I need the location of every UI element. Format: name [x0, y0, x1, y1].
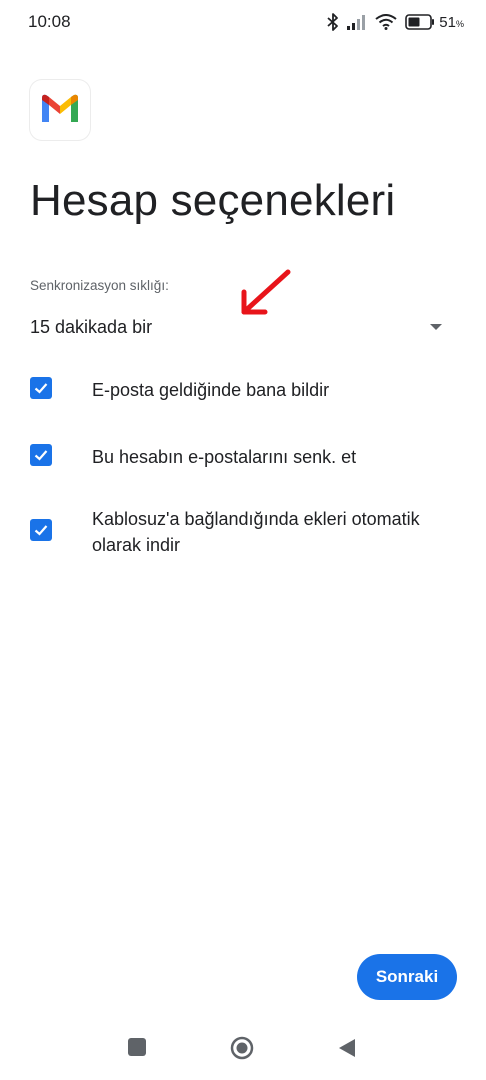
option-sync-emails[interactable]: Bu hesabın e-postalarını senk. et: [30, 444, 460, 470]
option-auto-download[interactable]: Kablosuz'a bağlandığında ekleri otomatik…: [30, 506, 460, 558]
option-auto-download-label: Kablosuz'a bağlandığında ekleri otomatik…: [92, 509, 420, 555]
option-notify[interactable]: E-posta geldiğinde bana bildir: [30, 377, 460, 403]
notify-checkbox[interactable]: [30, 377, 52, 399]
navigation-bar: [0, 1028, 486, 1080]
sync-frequency-value: 15 dakikada bir: [30, 316, 153, 337]
home-icon[interactable]: [230, 1036, 254, 1065]
status-icons: 51%: [327, 10, 464, 34]
battery: 51%: [405, 14, 464, 31]
page-title: Hesap seçenekleri: [30, 176, 396, 225]
sync-frequency-label: Senkronizasyon sıklığı:: [30, 278, 169, 293]
auto-download-checkbox[interactable]: [30, 519, 52, 541]
check-icon: [34, 383, 48, 394]
screen: 10:08 51% Hesap seçenekleri Senkronizasy…: [0, 0, 486, 1080]
bluetooth-icon: [327, 13, 339, 31]
recents-icon[interactable]: [128, 1038, 146, 1061]
annotation-arrow-icon: [238, 268, 294, 323]
gmail-logo-icon: [39, 92, 81, 129]
back-icon[interactable]: [338, 1038, 356, 1063]
signal-icon: [347, 14, 367, 30]
status-bar: 10:08 51%: [0, 0, 486, 44]
gmail-logo: [30, 80, 90, 140]
option-notify-label: E-posta geldiğinde bana bildir: [92, 380, 330, 400]
battery-percent: 51%: [439, 13, 464, 31]
sync-emails-checkbox[interactable]: [30, 444, 52, 466]
chevron-down-icon: [430, 324, 442, 330]
option-sync-emails-label: Bu hesabın e-postalarını senk. et: [92, 447, 357, 467]
next-button[interactable]: Sonraki: [357, 954, 457, 1000]
check-icon: [34, 525, 48, 536]
wifi-icon: [375, 14, 397, 30]
battery-icon: [405, 14, 435, 30]
status-time: 10:08: [28, 12, 71, 31]
check-icon: [34, 450, 48, 461]
